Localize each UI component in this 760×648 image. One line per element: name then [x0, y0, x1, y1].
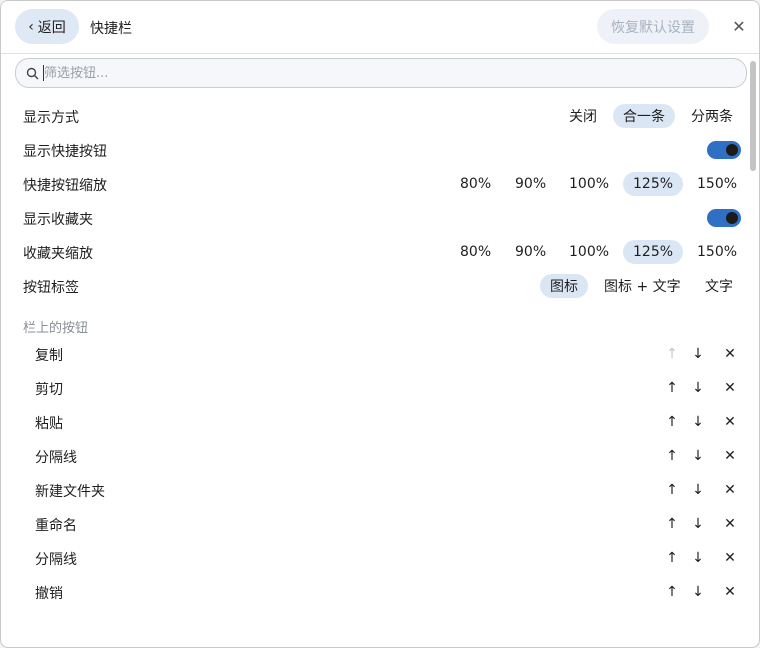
list-item: 撤销 ↑ ↓ ✕: [1, 575, 749, 609]
remove-icon[interactable]: ✕: [721, 514, 739, 534]
list-item: 复制 ↑ ↓ ✕: [1, 337, 749, 371]
option-fav-zoom-150[interactable]: 150%: [687, 240, 747, 264]
toggle-knob: [726, 144, 738, 156]
move-down-icon[interactable]: ↓: [689, 480, 707, 500]
remove-icon[interactable]: ✕: [721, 480, 739, 500]
list-item: 粘贴 ↑ ↓ ✕: [1, 405, 749, 439]
reset-defaults-button[interactable]: 恢复默认设置: [597, 9, 709, 44]
button-name: 重命名: [35, 518, 77, 534]
setting-label: 显示方式: [23, 110, 79, 126]
option-zoom-80[interactable]: 80%: [450, 172, 501, 196]
setting-label: 收藏夹缩放: [23, 246, 93, 262]
button-name: 剪切: [35, 382, 63, 398]
toggle-knob: [726, 212, 738, 224]
move-up-icon[interactable]: ↑: [663, 582, 681, 602]
list-item: 分隔线 ↑ ↓ ✕: [1, 439, 749, 473]
setting-row-favorites-zoom: 收藏夹缩放 80% 90% 100% 125% 150%: [1, 235, 749, 269]
remove-icon[interactable]: ✕: [721, 582, 739, 602]
move-up-icon[interactable]: ↑: [663, 446, 681, 466]
close-icon[interactable]: ✕: [729, 16, 749, 36]
setting-row-button-label: 按钮标签 图标 图标 + 文字 文字: [1, 269, 749, 303]
show-quick-buttons-toggle[interactable]: [707, 141, 741, 159]
button-name: 新建文件夹: [35, 484, 105, 500]
setting-row-button-zoom: 快捷按钮缩放 80% 90% 100% 125% 150%: [1, 167, 749, 201]
setting-label: 显示收藏夹: [23, 212, 93, 228]
move-up-icon[interactable]: ↑: [663, 480, 681, 500]
remove-icon[interactable]: ✕: [721, 412, 739, 432]
header-bar: ‹ 返回 快捷栏 恢复默认设置 ✕: [1, 1, 759, 54]
search-field[interactable]: [15, 58, 747, 88]
search-icon: [25, 66, 39, 80]
scrollbar-thumb[interactable]: [750, 61, 756, 171]
section-title-bar-buttons: 栏上的按钮: [23, 321, 89, 336]
back-button[interactable]: ‹ 返回: [15, 9, 79, 44]
button-name: 粘贴: [35, 416, 63, 432]
chevron-left-icon: ‹: [28, 18, 34, 35]
setting-row-display-mode: 显示方式 关闭 合一条 分两条: [1, 99, 749, 133]
remove-icon[interactable]: ✕: [721, 344, 739, 364]
button-name: 分隔线: [35, 450, 77, 466]
option-zoom-150[interactable]: 150%: [687, 172, 747, 196]
list-item: 剪切 ↑ ↓ ✕: [1, 371, 749, 405]
setting-label: 显示快捷按钮: [23, 144, 107, 160]
remove-icon[interactable]: ✕: [721, 446, 739, 466]
setting-label: 按钮标签: [23, 280, 79, 296]
list-item: 分隔线 ↑ ↓ ✕: [1, 541, 749, 575]
option-fav-zoom-100[interactable]: 100%: [559, 240, 619, 264]
show-favorites-toggle[interactable]: [707, 209, 741, 227]
option-label-icon[interactable]: 图标: [540, 274, 588, 298]
setting-row-show-quick-buttons: 显示快捷按钮: [1, 133, 749, 167]
list-item: 新建文件夹 ↑ ↓ ✕: [1, 473, 749, 507]
move-down-icon[interactable]: ↓: [689, 582, 707, 602]
option-fav-zoom-90[interactable]: 90%: [505, 240, 556, 264]
move-down-icon[interactable]: ↓: [689, 446, 707, 466]
option-display-double[interactable]: 分两条: [681, 104, 743, 128]
option-fav-zoom-80[interactable]: 80%: [450, 240, 501, 264]
setting-label: 快捷按钮缩放: [23, 178, 107, 194]
remove-icon[interactable]: ✕: [721, 378, 739, 398]
setting-row-show-favorites: 显示收藏夹: [1, 201, 749, 235]
option-zoom-90[interactable]: 90%: [505, 172, 556, 196]
button-name: 撤销: [35, 586, 63, 602]
option-display-off[interactable]: 关闭: [559, 104, 607, 128]
settings-window: ‹ 返回 快捷栏 恢复默认设置 ✕ 显示方式 关闭 合一条 分两条 显示快捷按钮: [0, 0, 760, 648]
option-label-icon-text[interactable]: 图标 + 文字: [594, 274, 691, 298]
move-up-icon[interactable]: ↑: [663, 514, 681, 534]
option-zoom-100[interactable]: 100%: [559, 172, 619, 196]
list-item: 重命名 ↑ ↓ ✕: [1, 507, 749, 541]
move-down-icon[interactable]: ↓: [689, 548, 707, 568]
button-name: 分隔线: [35, 552, 77, 568]
scrollbar[interactable]: [750, 61, 757, 645]
move-up-icon[interactable]: ↑: [663, 412, 681, 432]
move-up-icon[interactable]: ↑: [663, 548, 681, 568]
option-label-text[interactable]: 文字: [695, 274, 743, 298]
move-down-icon[interactable]: ↓: [689, 514, 707, 534]
search-input[interactable]: [44, 65, 724, 81]
move-up-icon[interactable]: ↑: [663, 378, 681, 398]
remove-icon[interactable]: ✕: [721, 548, 739, 568]
move-down-icon[interactable]: ↓: [689, 378, 707, 398]
page-title: 快捷栏: [90, 21, 132, 37]
move-down-icon[interactable]: ↓: [689, 412, 707, 432]
move-down-icon[interactable]: ↓: [689, 344, 707, 364]
option-display-single[interactable]: 合一条: [613, 104, 675, 128]
back-button-label: 返回: [37, 19, 66, 36]
button-name: 复制: [35, 348, 63, 364]
option-zoom-125[interactable]: 125%: [623, 172, 684, 196]
option-fav-zoom-125[interactable]: 125%: [623, 240, 684, 264]
move-up-icon: ↑: [666, 346, 678, 362]
